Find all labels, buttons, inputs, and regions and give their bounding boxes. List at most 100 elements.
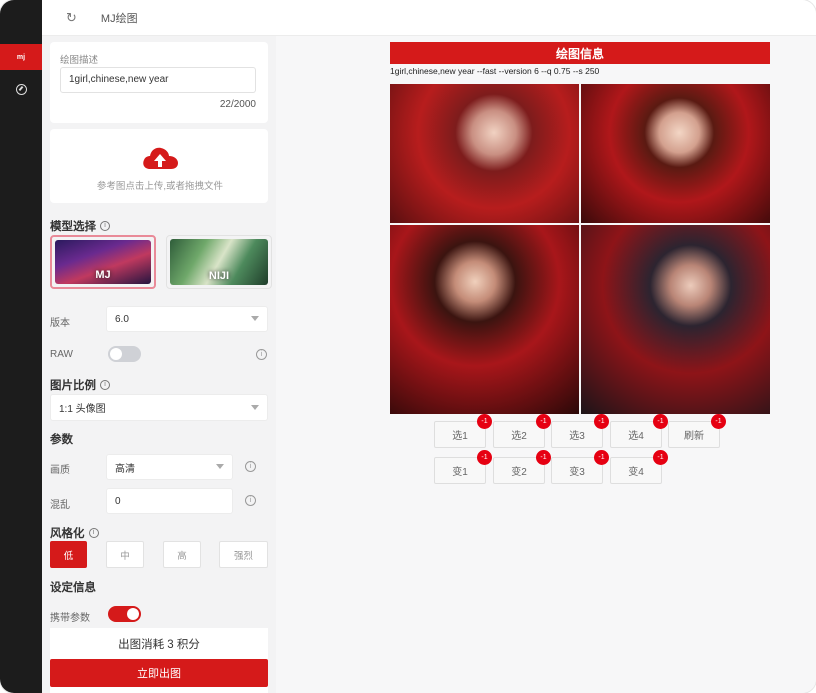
- params-section-title: 参数: [50, 431, 73, 447]
- image-grid[interactable]: [390, 84, 770, 414]
- info-icon[interactable]: i: [245, 495, 256, 506]
- generate-footer: 出图消耗 3 积分 立即出图: [50, 628, 268, 693]
- ratio-select[interactable]: 1:1 头像图: [50, 394, 268, 421]
- stylize-title-text: 风格化: [50, 528, 85, 540]
- model-section-title: 模型选择 i: [50, 218, 110, 234]
- info-icon[interactable]: i: [100, 380, 110, 390]
- params-title-text: 参数: [50, 434, 73, 446]
- cost-badge: -1: [477, 450, 492, 465]
- cost-badge: -1: [653, 414, 668, 429]
- upload-area[interactable]: 参考图点击上传,或者拖拽文件: [50, 129, 268, 203]
- ratio-section-title: 图片比例 i: [50, 377, 110, 393]
- prompt-counter: 22/2000: [219, 99, 256, 110]
- cloud-upload-icon: [143, 147, 178, 169]
- stylize-option-low[interactable]: 低: [50, 541, 87, 568]
- version-value: 6.0: [115, 313, 129, 325]
- cost-badge: -1: [477, 414, 492, 429]
- info-icon[interactable]: i: [88, 528, 99, 538]
- variation-button-2[interactable]: 变2 -1: [493, 450, 551, 484]
- prompt-card: 绘图描述 1girl,chinese,new year 22/2000: [50, 42, 268, 123]
- variation-label: 变4: [628, 467, 644, 478]
- app-window: mj ↻ MJ绘图 绘图描述 1girl,chinese,new year 22…: [0, 0, 816, 693]
- cost-badge: -1: [594, 414, 609, 429]
- ratio-value: 1:1 头像图: [59, 404, 106, 415]
- info-icon[interactable]: i: [256, 349, 267, 360]
- variation-button-1[interactable]: 变1 -1: [434, 450, 492, 484]
- chevron-down-icon: [251, 404, 259, 410]
- upscale-button-3[interactable]: 选3 -1: [551, 414, 609, 448]
- chaos-value: 0: [115, 495, 121, 507]
- toggle-knob: [127, 608, 139, 620]
- result-area: 绘图信息 1girl,chinese,new year --fast --ver…: [276, 36, 816, 693]
- raw-label: RAW: [50, 349, 73, 360]
- stylize-section-title: 风格化 i: [50, 525, 99, 541]
- chaos-label: 混乱: [50, 500, 70, 511]
- carry-params-label: 携带参数: [50, 613, 90, 624]
- info-icon[interactable]: i: [100, 221, 110, 231]
- settings-section-title: 设定信息: [50, 579, 96, 595]
- upscale-label: 选1: [452, 431, 468, 442]
- model-option-label: NIJI: [208, 270, 230, 282]
- prompt-label: 绘图描述: [60, 55, 99, 66]
- carry-params-toggle[interactable]: [108, 606, 141, 622]
- stylize-option-strong[interactable]: 强烈: [219, 541, 268, 568]
- top-bar: ↻ MJ绘图: [42, 0, 816, 36]
- model-option-mj[interactable]: MJ: [50, 235, 156, 289]
- version-select[interactable]: 6.0: [106, 306, 268, 332]
- upscale-button-2[interactable]: 选2 -1: [493, 414, 551, 448]
- nav-item-explore[interactable]: [0, 76, 42, 102]
- grid-image-1[interactable]: [390, 84, 579, 223]
- grid-image-4[interactable]: [581, 225, 770, 414]
- model-title-text: 模型选择: [50, 221, 96, 233]
- result-prompt: 1girl,chinese,new year --fast --version …: [390, 66, 600, 76]
- generate-button[interactable]: 立即出图: [50, 659, 268, 687]
- cost-badge: -1: [711, 414, 726, 429]
- settings-panel: 绘图描述 1girl,chinese,new year 22/2000 参考图点…: [42, 36, 276, 693]
- stylize-option-medium[interactable]: 中: [106, 541, 144, 568]
- ratio-title-text: 图片比例: [50, 380, 96, 392]
- result-card: 绘图信息 1girl,chinese,new year --fast --ver…: [276, 36, 816, 693]
- compass-icon: [15, 83, 27, 95]
- version-label: 版本: [50, 318, 70, 329]
- cost-badge: -1: [653, 450, 668, 465]
- upscale-label: 选3: [569, 431, 585, 442]
- page-title: MJ绘图: [100, 12, 138, 25]
- refresh-icon[interactable]: ↻: [66, 10, 77, 26]
- grid-image-3[interactable]: [390, 225, 579, 414]
- quality-select[interactable]: 高清: [106, 454, 233, 480]
- model-option-niji[interactable]: NIJI: [166, 235, 272, 289]
- upscale-label: 选2: [511, 431, 527, 442]
- refresh-label: 刷新: [684, 431, 704, 442]
- upload-hint: 参考图点击上传,或者拖拽文件: [96, 181, 224, 192]
- cost-badge: -1: [536, 414, 551, 429]
- upscale-button-4[interactable]: 选4 -1: [610, 414, 668, 448]
- model-option-label: MJ: [95, 269, 111, 281]
- variation-button-3[interactable]: 变3 -1: [551, 450, 609, 484]
- info-icon[interactable]: i: [245, 461, 256, 472]
- cost-text: 出图消耗 3 积分: [118, 639, 200, 651]
- grid-image-2[interactable]: [581, 84, 770, 223]
- upscale-button-1[interactable]: 选1 -1: [434, 414, 492, 448]
- upscale-label: 选4: [628, 431, 644, 442]
- quality-value: 高清: [115, 463, 135, 475]
- settings-title-text: 设定信息: [50, 582, 96, 594]
- result-header: 绘图信息: [390, 42, 770, 64]
- nav-rail: mj: [0, 0, 42, 693]
- quality-label: 画质: [50, 465, 70, 476]
- raw-toggle[interactable]: [108, 346, 141, 362]
- toggle-knob: [110, 348, 122, 360]
- variation-label: 变3: [569, 467, 585, 478]
- stylize-option-high[interactable]: 高: [163, 541, 201, 568]
- cost-badge: -1: [594, 450, 609, 465]
- chevron-down-icon: [216, 464, 224, 469]
- cost-badge: -1: [536, 450, 551, 465]
- chevron-down-icon: [251, 316, 259, 321]
- chaos-input[interactable]: 0: [106, 488, 233, 514]
- variation-label: 变2: [511, 467, 527, 478]
- variation-label: 变1: [452, 467, 468, 478]
- mj-logo-icon: mj: [16, 53, 26, 61]
- variation-button-4[interactable]: 变4 -1: [610, 450, 668, 484]
- refresh-button[interactable]: 刷新 -1: [668, 414, 726, 448]
- nav-item-mj[interactable]: mj: [0, 44, 42, 70]
- prompt-textarea[interactable]: 1girl,chinese,new year: [60, 67, 256, 93]
